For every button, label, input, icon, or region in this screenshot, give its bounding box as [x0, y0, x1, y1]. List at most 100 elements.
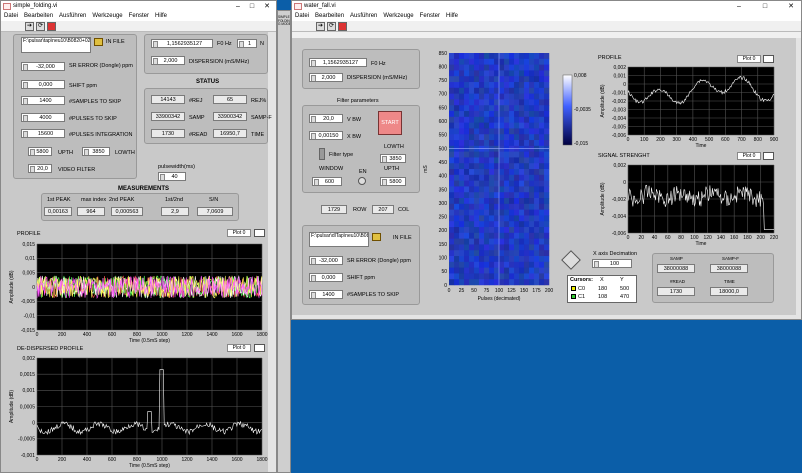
menu-bearbeiten[interactable]: Bearbeiten [315, 13, 344, 19]
filter-type-switch[interactable] [319, 148, 325, 160]
lowth-field[interactable]: 3850 [380, 154, 406, 163]
run-arrow-icon[interactable]: ➔ [25, 22, 34, 31]
n-field[interactable]: 1 [237, 39, 257, 48]
sr-error-field[interactable]: -32,000 [309, 256, 343, 265]
in-file-path[interactable]: F:\pulsar\dlTap\neu10\B0820+ [309, 232, 369, 247]
y-tick-label: -0,006 [612, 231, 626, 237]
waterfall-cell [494, 87, 500, 94]
f0-field[interactable]: 1,1562935127 [151, 39, 213, 48]
menu-ausfuehren[interactable]: Ausführen [350, 13, 377, 19]
waterfall-cell [454, 192, 460, 199]
x-decimation-label: X axis Decimation [593, 251, 638, 257]
horizontal-scrollbar[interactable] [292, 315, 801, 319]
profile-plot-legend[interactable]: Plot 0 [737, 55, 761, 63]
menu-werkzeuge[interactable]: Werkzeuge [383, 13, 413, 19]
waterfall-cell [479, 64, 485, 71]
menu-werkzeuge[interactable]: Werkzeuge [92, 13, 122, 19]
pulses-integration-label: #PULSES INTEGRATION [69, 132, 133, 138]
pulsewidth-field[interactable]: 40 [158, 172, 186, 181]
minimize-button[interactable]: – [232, 1, 244, 12]
waterfall-cell [504, 261, 510, 268]
waterfall-cell [534, 128, 540, 135]
xbw-field[interactable]: 0,00150 [309, 131, 343, 140]
waterfall-cell [509, 53, 515, 60]
dispersion-field[interactable]: 2,000 [151, 56, 185, 65]
minimize-button[interactable]: – [733, 1, 745, 12]
run-arrow-icon[interactable]: ➔ [316, 22, 325, 31]
window-field[interactable]: 600 [312, 177, 342, 186]
close-button[interactable]: ✕ [261, 1, 273, 12]
waterfall-cell [494, 232, 500, 239]
plot-style-icon[interactable] [763, 55, 774, 63]
waterfall-cell [494, 198, 500, 205]
run-continuous-icon[interactable]: ⟳ [36, 22, 45, 31]
waterfall-cell [514, 99, 520, 106]
abort-icon[interactable] [47, 22, 56, 31]
folder-browse-icon[interactable] [372, 233, 381, 241]
start-button[interactable]: START [378, 111, 402, 135]
x-tick-label: 1800 [256, 332, 267, 338]
shift-ppm-field[interactable]: 0,000 [21, 80, 65, 89]
maximize-button[interactable]: □ [759, 1, 771, 12]
y-tick-label: -0,005 [612, 124, 626, 130]
signal-plot-legend[interactable]: Plot 0 [737, 152, 761, 160]
dedispersed-plot-legend[interactable]: Plot 0 [227, 344, 251, 352]
cursor-c1-marker[interactable] [571, 294, 576, 299]
sr-error-field[interactable]: -32,000 [21, 62, 65, 71]
waterfall-cell [519, 70, 525, 77]
waterfall-cell [524, 273, 530, 280]
folder-browse-icon[interactable] [94, 38, 103, 46]
waterfall-cell [524, 186, 530, 193]
waterfall-cell [464, 180, 470, 187]
menu-bearbeiten[interactable]: Bearbeiten [24, 13, 53, 19]
profile-plot-legend[interactable]: Plot 0 [227, 229, 251, 237]
menu-hilfe[interactable]: Hilfe [155, 13, 167, 19]
x-tick-label: 60 [665, 235, 671, 241]
samples-skip-field[interactable]: 1400 [309, 290, 343, 299]
menu-fenster[interactable]: Fenster [129, 13, 149, 19]
cursor-c0-marker[interactable] [571, 286, 576, 291]
dispersion-field[interactable]: 2,000 [309, 73, 343, 82]
en-toggle[interactable] [358, 177, 366, 185]
lowth-field[interactable]: 3850 [82, 147, 110, 156]
menu-fenster[interactable]: Fenster [420, 13, 440, 19]
shift-field[interactable]: 0,000 [309, 273, 343, 282]
run-continuous-icon[interactable]: ⟳ [327, 22, 336, 31]
waterfall-cell [539, 145, 545, 152]
waterfall-cell [519, 87, 525, 94]
waterfall-cell [544, 82, 550, 89]
waterfall-cell [484, 58, 490, 65]
vertical-scrollbar[interactable] [268, 32, 276, 472]
waterfall-cell [529, 186, 535, 193]
plot-style-icon[interactable] [254, 229, 265, 237]
x-decimation-field[interactable]: 100 [592, 259, 632, 268]
mini-window-title: SIMPLE FOLDING MODE [278, 15, 291, 26]
abort-icon[interactable] [338, 22, 347, 31]
waterfall-cell [519, 82, 525, 89]
plot-style-icon[interactable] [254, 344, 265, 352]
waterfall-cell [459, 227, 465, 234]
samples-skip-field[interactable]: 1400 [21, 96, 65, 105]
menu-datei[interactable]: Datei [295, 13, 309, 19]
menu-hilfe[interactable]: Hilfe [446, 13, 458, 19]
video-filter-field[interactable]: 20,0 [28, 164, 52, 173]
pulses-skip-field[interactable]: 4000 [21, 113, 65, 122]
f0-field[interactable]: 1,1562935127 [309, 58, 367, 67]
maximize-button[interactable]: □ [246, 1, 258, 12]
close-button[interactable]: ✕ [785, 1, 797, 12]
waterfall-cell [514, 267, 520, 274]
upth-field[interactable]: 5800 [28, 147, 52, 156]
menu-datei[interactable]: Datei [4, 13, 18, 19]
pulses-integration-field[interactable]: 15600 [21, 129, 65, 138]
waterfall-cell [454, 99, 460, 106]
waterfall-cell [534, 198, 540, 205]
vertical-scrollbar[interactable] [796, 38, 801, 315]
waterfall-cell [534, 58, 540, 65]
waterfall-cell [484, 93, 490, 100]
vbw-field[interactable]: 20,0 [309, 114, 343, 123]
menu-ausfuehren[interactable]: Ausführen [59, 13, 86, 19]
read-indicator: 1730 [657, 287, 695, 296]
file-path-field[interactable]: F:\pulsar\tap\neu10\B0820+02_2020mar05_0… [21, 37, 91, 53]
upth-field[interactable]: 5800 [380, 177, 406, 186]
plot-style-icon[interactable] [763, 152, 774, 160]
